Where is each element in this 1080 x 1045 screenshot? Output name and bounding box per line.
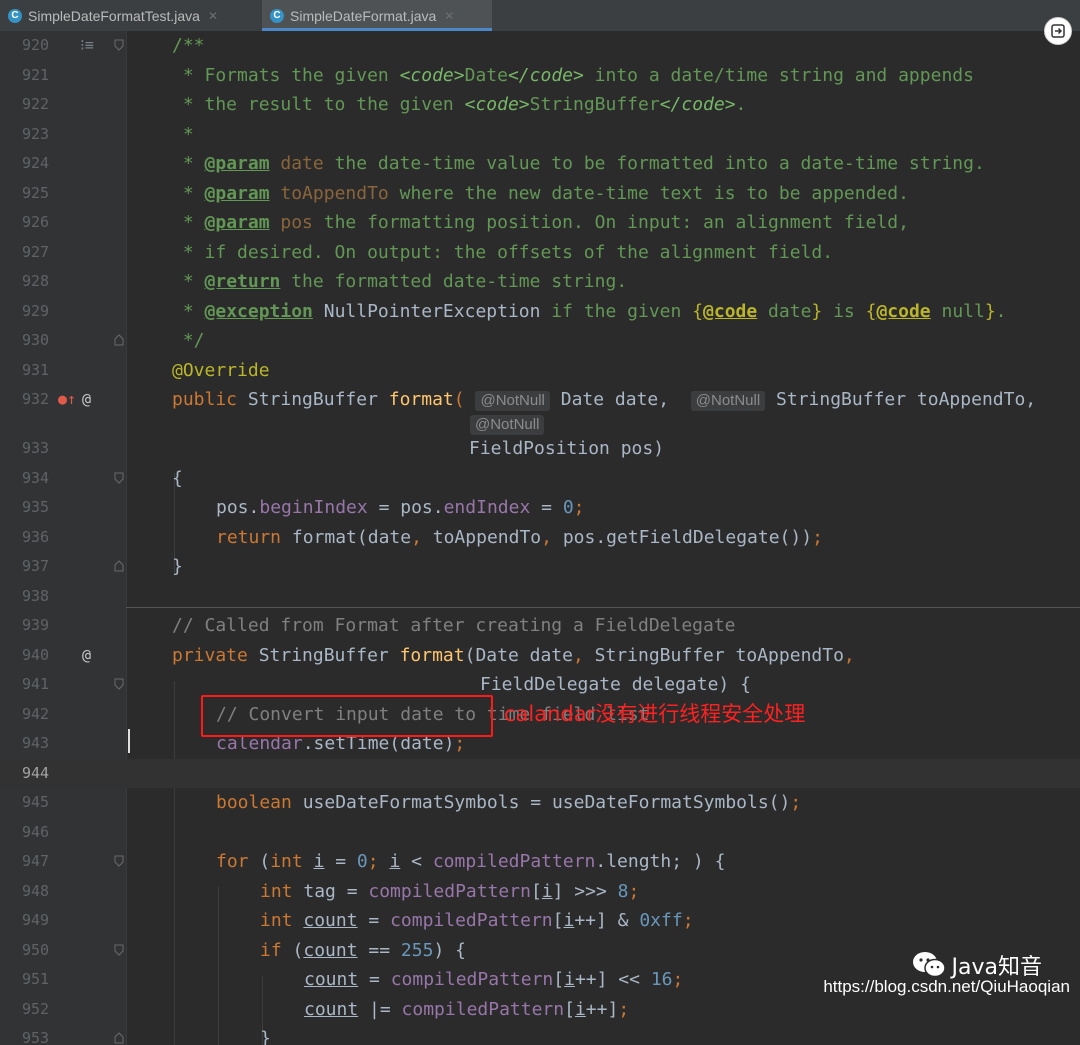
line-number: 936 xyxy=(22,527,50,546)
line-number: 923 xyxy=(22,124,50,143)
inlay-hint: @NotNull xyxy=(470,415,545,435)
code-line[interactable]: 947 for (int i = 0; i < compiledPattern.… xyxy=(0,847,1080,877)
line-number: 948 xyxy=(22,881,50,900)
overrides-method-icon[interactable]: ●↑ xyxy=(58,385,76,415)
code-line[interactable]: 946 xyxy=(0,818,1080,848)
line-number: 928 xyxy=(22,272,50,290)
code-line[interactable]: 949 int count = compiledPattern[i++] & 0… xyxy=(0,906,1080,936)
code-line[interactable]: 938 xyxy=(0,582,1080,612)
code-line[interactable]: 936 return format(date, toAppendTo, pos.… xyxy=(0,523,1080,553)
line-number: 925 xyxy=(22,183,50,202)
line-number: 933 xyxy=(22,439,50,457)
close-tab-icon[interactable]: ✕ xyxy=(444,9,454,23)
text-caret xyxy=(128,729,130,753)
line-number: 942 xyxy=(22,704,50,723)
fold-icon[interactable] xyxy=(114,678,124,690)
code-line[interactable]: 943 calendar.setTime(date); xyxy=(0,729,1080,759)
line-number: 929 xyxy=(22,301,50,320)
code-line-current[interactable]: 944 xyxy=(0,758,1080,788)
line-number: 932 xyxy=(22,390,50,408)
fold-icon[interactable] xyxy=(114,944,124,956)
editor-tab-bar: C SimpleDateFormatTest.java ✕ C SimpleDa… xyxy=(0,0,1080,32)
fold-icon[interactable] xyxy=(114,39,124,51)
line-number: 935 xyxy=(22,498,50,516)
watermark-url: https://blog.csdn.net/QiuHaoqian xyxy=(823,977,1070,996)
annotation-marker-icon[interactable]: @ xyxy=(82,385,91,415)
inlay-hint: @NotNull xyxy=(690,391,766,411)
code-line[interactable]: 945 boolean useDateFormatSymbols = useDa… xyxy=(0,788,1080,818)
code-line[interactable]: 926 * @param pos the formatting position… xyxy=(0,208,1080,238)
line-number: 921 xyxy=(22,65,50,84)
tab-label: SimpleDateFormatTest.java xyxy=(28,7,200,24)
line-number: 930 xyxy=(22,331,50,349)
line-number: 938 xyxy=(22,586,50,605)
fold-icon[interactable] xyxy=(114,560,124,572)
annotation-label: calandar没有进行线程安全处理 xyxy=(504,702,806,726)
code-line[interactable]: 928 * @return the formatted date-time st… xyxy=(0,267,1080,297)
line-number: 922 xyxy=(22,95,50,113)
annotation-marker-icon[interactable]: @ xyxy=(82,641,91,671)
line-number: 924 xyxy=(22,154,50,172)
line-number: 931 xyxy=(22,360,50,379)
line-number: 944 xyxy=(22,763,50,782)
tab-simpledateformattest[interactable]: C SimpleDateFormatTest.java ✕ xyxy=(8,0,258,31)
line-number: 934 xyxy=(22,468,50,487)
code-line[interactable]: 937 } xyxy=(0,552,1080,582)
code-line[interactable]: 930 */ xyxy=(0,326,1080,356)
fold-icon[interactable] xyxy=(114,334,124,346)
code-line[interactable]: 927 * if desired. On output: the offsets… xyxy=(0,238,1080,268)
code-line[interactable]: 924 * @param date the date-time value to… xyxy=(0,149,1080,179)
java-class-icon: C xyxy=(270,8,284,23)
code-line[interactable]: 925 * @param toAppendTo where the new da… xyxy=(0,179,1080,209)
close-tab-icon[interactable]: ✕ xyxy=(208,9,218,23)
line-number: 920 xyxy=(22,36,50,54)
code-line[interactable]: 922 * the result to the given <code>Stri… xyxy=(0,90,1080,120)
code-editor[interactable]: 920 ⁝≡ /** 921 * Formats the given <code… xyxy=(0,31,1080,1045)
line-number: 952 xyxy=(22,999,50,1018)
line-number: 926 xyxy=(22,213,50,231)
line-number: 927 xyxy=(22,242,50,261)
code-line[interactable]: 920 ⁝≡ /** xyxy=(0,31,1080,61)
java-class-icon: C xyxy=(8,8,22,23)
code-line[interactable]: 948 int tag = compiledPattern[i] >>> 8; xyxy=(0,877,1080,907)
line-number: 947 xyxy=(22,852,50,870)
line-number: 953 xyxy=(22,1029,50,1045)
fold-icon[interactable] xyxy=(114,472,124,484)
tab-simpledateformat[interactable]: C SimpleDateFormat.java ✕ xyxy=(262,0,492,31)
code-line[interactable]: 952 count |= compiledPattern[i++]; xyxy=(0,995,1080,1025)
code-line[interactable]: 941 FieldDelegate delegate) { xyxy=(0,670,1080,700)
code-line[interactable]: 940 @ private StringBuffer format(Date d… xyxy=(0,641,1080,671)
code-line[interactable]: 923 * xyxy=(0,120,1080,150)
code-line-wrap: @NotNull xyxy=(0,412,1080,436)
code-line[interactable]: 921 * Formats the given <code>Date</code… xyxy=(0,61,1080,91)
code-line[interactable]: 929 * @exception NullPointerException if… xyxy=(0,297,1080,327)
line-number: 941 xyxy=(22,675,50,693)
line-number: 940 xyxy=(22,645,50,664)
inlay-hint: @NotNull xyxy=(475,391,550,411)
line-number: 945 xyxy=(22,793,50,811)
line-number: 946 xyxy=(22,822,50,841)
code-line[interactable]: 935 pos.beginIndex = pos.endIndex = 0; xyxy=(0,493,1080,523)
line-number: 939 xyxy=(22,616,50,634)
reader-mode-icon[interactable]: ⁝≡ xyxy=(80,31,94,61)
line-number: 943 xyxy=(22,734,50,752)
fold-icon[interactable] xyxy=(114,855,124,867)
exit-reader-mode-icon[interactable] xyxy=(1044,17,1072,45)
line-number: 937 xyxy=(22,557,50,575)
line-number: 949 xyxy=(22,911,50,929)
code-line[interactable]: 939 // Called from Format after creating… xyxy=(0,611,1080,641)
code-line[interactable]: 933 FieldPosition pos) xyxy=(0,434,1080,464)
wechat-icon xyxy=(912,952,946,978)
code-line[interactable]: 932 ●↑ @ public StringBuffer format( @No… xyxy=(0,385,1080,415)
highlight-box xyxy=(201,695,493,737)
code-line[interactable]: 931 @Override xyxy=(0,356,1080,386)
line-number: 950 xyxy=(22,940,50,959)
fold-icon[interactable] xyxy=(114,1032,124,1044)
code-line[interactable]: 934 { xyxy=(0,464,1080,494)
tab-label: SimpleDateFormat.java xyxy=(290,7,437,24)
code-line[interactable]: 953 } xyxy=(0,1024,1080,1045)
line-number: 951 xyxy=(22,970,50,988)
